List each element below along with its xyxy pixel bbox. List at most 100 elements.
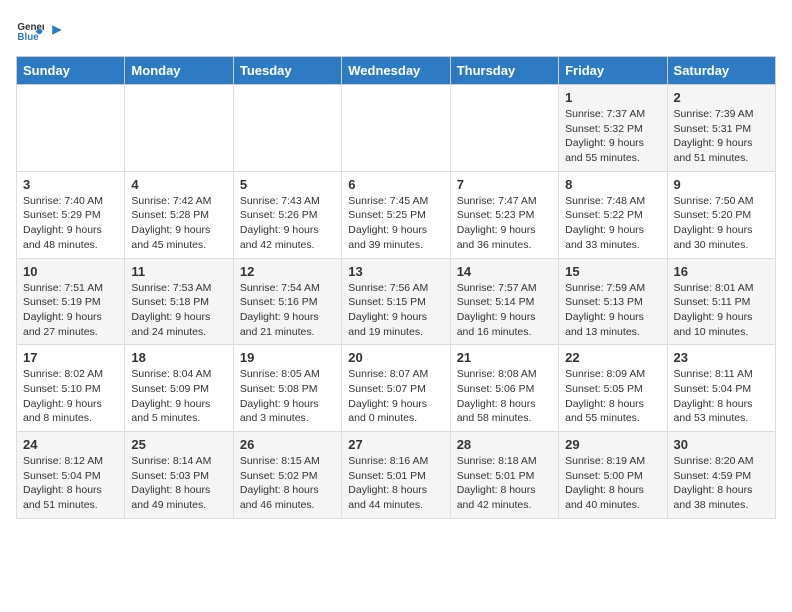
calendar-cell: 2 Sunrise: 7:39 AMSunset: 5:31 PMDaylight… [667, 85, 775, 172]
day-info: Sunrise: 7:54 AMSunset: 5:16 PMDaylight:… [240, 281, 335, 340]
calendar-cell: 23Sunrise: 8:11 AMSunset: 5:04 PMDayligh… [667, 345, 775, 432]
day-number: 12 [240, 264, 335, 279]
calendar-cell: 17 Sunrise: 8:02 AMSunset: 5:10 PMDayligh… [17, 345, 125, 432]
calendar-cell: 30Sunrise: 8:20 AMSunset: 4:59 PMDayligh… [667, 432, 775, 519]
day-number: 20 [348, 350, 443, 365]
day-info: Sunrise: 7:42 AMSunset: 5:28 PMDaylight:… [131, 194, 226, 253]
calendar-cell: 7 Sunrise: 7:47 AMSunset: 5:23 PMDaylight… [450, 171, 558, 258]
day-number: 24 [23, 437, 118, 452]
day-info: Sunrise: 8:05 AMSunset: 5:08 PMDaylight:… [240, 367, 335, 426]
calendar-cell [450, 85, 558, 172]
calendar-week-5: 24 Sunrise: 8:12 AMSunset: 5:04 PMDayligh… [17, 432, 776, 519]
day-number: 4 [131, 177, 226, 192]
day-header-saturday: Saturday [667, 57, 775, 85]
day-number: 8 [565, 177, 660, 192]
calendar-week-2: 3 Sunrise: 7:40 AMSunset: 5:29 PMDaylight… [17, 171, 776, 258]
header: General Blue [16, 16, 776, 44]
logo-icon: General Blue [16, 16, 44, 44]
day-info: Sunrise: 7:39 AMSunset: 5:31 PMDaylight:… [674, 107, 769, 166]
day-number: 2 [674, 90, 769, 105]
calendar-cell: 6 Sunrise: 7:45 AMSunset: 5:25 PMDaylight… [342, 171, 450, 258]
day-info: Sunrise: 8:15 AMSunset: 5:02 PMDaylight:… [240, 454, 335, 513]
day-number: 5 [240, 177, 335, 192]
calendar-cell: 29 Sunrise: 8:19 AMSunset: 5:00 PMDayligh… [559, 432, 667, 519]
day-number: 13 [348, 264, 443, 279]
calendar-cell: 18 Sunrise: 8:04 AMSunset: 5:09 PMDayligh… [125, 345, 233, 432]
calendar-cell: 25Sunrise: 8:14 AMSunset: 5:03 PMDayligh… [125, 432, 233, 519]
day-info: Sunrise: 7:57 AMSunset: 5:14 PMDaylight:… [457, 281, 552, 340]
day-number: 25 [131, 437, 226, 452]
day-number: 11 [131, 264, 226, 279]
calendar-cell: 13 Sunrise: 7:56 AMSunset: 5:15 PMDayligh… [342, 258, 450, 345]
day-info: Sunrise: 8:11 AMSunset: 5:04 PMDaylight:… [674, 367, 769, 426]
day-info: Sunrise: 7:40 AMSunset: 5:29 PMDaylight:… [23, 194, 118, 253]
calendar-cell [17, 85, 125, 172]
day-header-thursday: Thursday [450, 57, 558, 85]
day-info: Sunrise: 7:51 AMSunset: 5:19 PMDaylight:… [23, 281, 118, 340]
day-info: Sunrise: 8:18 AMSunset: 5:01 PMDaylight:… [457, 454, 552, 513]
logo-arrow-icon [49, 22, 65, 38]
calendar-cell: 11 Sunrise: 7:53 AMSunset: 5:18 PMDayligh… [125, 258, 233, 345]
day-info: Sunrise: 7:56 AMSunset: 5:15 PMDaylight:… [348, 281, 443, 340]
logo: General Blue [16, 16, 66, 44]
day-number: 19 [240, 350, 335, 365]
day-number: 17 [23, 350, 118, 365]
day-info: Sunrise: 7:48 AMSunset: 5:22 PMDaylight:… [565, 194, 660, 253]
day-number: 28 [457, 437, 552, 452]
day-info: Sunrise: 8:09 AMSunset: 5:05 PMDaylight:… [565, 367, 660, 426]
calendar-week-1: 1Sunrise: 7:37 AMSunset: 5:32 PMDaylight… [17, 85, 776, 172]
calendar-cell: 5 Sunrise: 7:43 AMSunset: 5:26 PMDaylight… [233, 171, 341, 258]
day-info: Sunrise: 8:16 AMSunset: 5:01 PMDaylight:… [348, 454, 443, 513]
day-number: 22 [565, 350, 660, 365]
day-number: 7 [457, 177, 552, 192]
day-info: Sunrise: 8:12 AMSunset: 5:04 PMDaylight:… [23, 454, 118, 513]
day-info: Sunrise: 7:45 AMSunset: 5:25 PMDaylight:… [348, 194, 443, 253]
day-header-wednesday: Wednesday [342, 57, 450, 85]
day-info: Sunrise: 8:01 AMSunset: 5:11 PMDaylight:… [674, 281, 769, 340]
day-header-sunday: Sunday [17, 57, 125, 85]
day-number: 1 [565, 90, 660, 105]
day-number: 18 [131, 350, 226, 365]
day-header-friday: Friday [559, 57, 667, 85]
day-info: Sunrise: 7:50 AMSunset: 5:20 PMDaylight:… [674, 194, 769, 253]
day-number: 27 [348, 437, 443, 452]
calendar-table: SundayMondayTuesdayWednesdayThursdayFrid… [16, 56, 776, 519]
calendar-week-4: 17 Sunrise: 8:02 AMSunset: 5:10 PMDayligh… [17, 345, 776, 432]
calendar-cell: 16 Sunrise: 8:01 AMSunset: 5:11 PMDayligh… [667, 258, 775, 345]
calendar-cell: 19 Sunrise: 8:05 AMSunset: 5:08 PMDayligh… [233, 345, 341, 432]
day-number: 16 [674, 264, 769, 279]
day-info: Sunrise: 8:07 AMSunset: 5:07 PMDaylight:… [348, 367, 443, 426]
calendar-cell: 12 Sunrise: 7:54 AMSunset: 5:16 PMDayligh… [233, 258, 341, 345]
calendar-cell: 4 Sunrise: 7:42 AMSunset: 5:28 PMDaylight… [125, 171, 233, 258]
day-number: 26 [240, 437, 335, 452]
day-info: Sunrise: 8:04 AMSunset: 5:09 PMDaylight:… [131, 367, 226, 426]
day-header-monday: Monday [125, 57, 233, 85]
day-info: Sunrise: 7:43 AMSunset: 5:26 PMDaylight:… [240, 194, 335, 253]
calendar-cell [233, 85, 341, 172]
calendar-cell: 24 Sunrise: 8:12 AMSunset: 5:04 PMDayligh… [17, 432, 125, 519]
calendar-cell: 26 Sunrise: 8:15 AMSunset: 5:02 PMDayligh… [233, 432, 341, 519]
calendar-cell: 15Sunrise: 7:59 AMSunset: 5:13 PMDayligh… [559, 258, 667, 345]
day-info: Sunrise: 8:08 AMSunset: 5:06 PMDaylight:… [457, 367, 552, 426]
calendar-cell: 27 Sunrise: 8:16 AMSunset: 5:01 PMDayligh… [342, 432, 450, 519]
svg-text:Blue: Blue [17, 32, 39, 43]
calendar-cell [125, 85, 233, 172]
day-number: 6 [348, 177, 443, 192]
day-number: 3 [23, 177, 118, 192]
calendar-cell: 14 Sunrise: 7:57 AMSunset: 5:14 PMDayligh… [450, 258, 558, 345]
calendar-cell: 22 Sunrise: 8:09 AMSunset: 5:05 PMDayligh… [559, 345, 667, 432]
day-info: Sunrise: 7:59 AMSunset: 5:13 PMDaylight:… [565, 281, 660, 340]
day-info: Sunrise: 8:19 AMSunset: 5:00 PMDaylight:… [565, 454, 660, 513]
day-info: Sunrise: 7:53 AMSunset: 5:18 PMDaylight:… [131, 281, 226, 340]
day-info: Sunrise: 8:02 AMSunset: 5:10 PMDaylight:… [23, 367, 118, 426]
day-number: 14 [457, 264, 552, 279]
day-info: Sunrise: 8:20 AMSunset: 4:59 PMDaylight:… [674, 454, 769, 513]
day-number: 29 [565, 437, 660, 452]
day-header-tuesday: Tuesday [233, 57, 341, 85]
day-info: Sunrise: 7:47 AMSunset: 5:23 PMDaylight:… [457, 194, 552, 253]
calendar-cell [342, 85, 450, 172]
calendar-cell: 21 Sunrise: 8:08 AMSunset: 5:06 PMDayligh… [450, 345, 558, 432]
day-number: 9 [674, 177, 769, 192]
day-number: 21 [457, 350, 552, 365]
calendar-cell: 20 Sunrise: 8:07 AMSunset: 5:07 PMDayligh… [342, 345, 450, 432]
